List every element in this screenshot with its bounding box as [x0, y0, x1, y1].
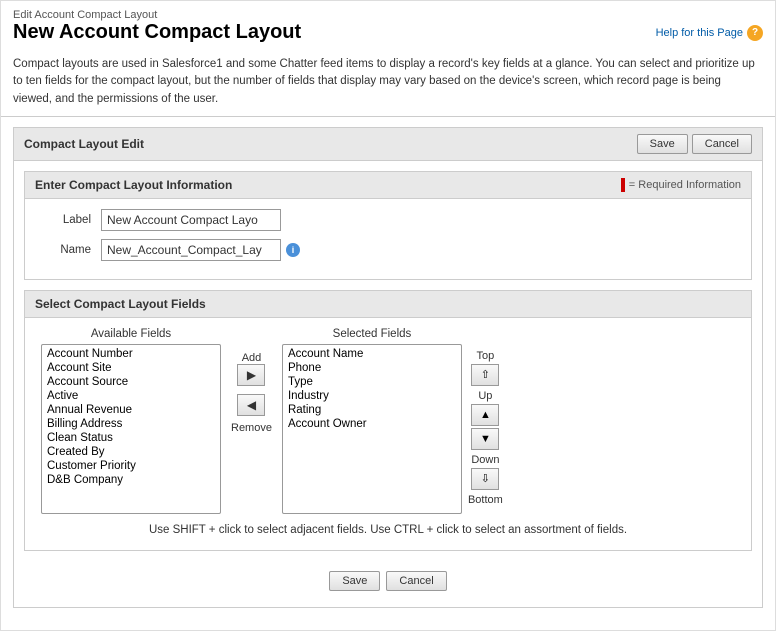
- available-field-option[interactable]: D&B Company: [42, 473, 220, 487]
- remove-label: Remove: [231, 422, 272, 434]
- available-field-option[interactable]: Account Number: [42, 347, 220, 361]
- required-label: = Required Information: [629, 179, 741, 191]
- down-label: Down: [471, 454, 499, 466]
- select-fields-panel: Select Compact Layout Fields Available F…: [24, 290, 752, 551]
- enter-info-header: Enter Compact Layout Information = Requi…: [25, 172, 751, 199]
- name-field-label: Name: [41, 244, 101, 256]
- available-field-option[interactable]: Annual Revenue: [42, 403, 220, 417]
- add-button[interactable]: ▶: [237, 364, 265, 386]
- form-section: Label Name i: [25, 199, 751, 279]
- available-field-option[interactable]: Clean Status: [42, 431, 220, 445]
- name-info-icon[interactable]: i: [286, 243, 300, 257]
- selected-field-option[interactable]: Type: [283, 375, 461, 389]
- breadcrumb: Edit Account Compact Layout: [13, 9, 157, 21]
- fields-section: Available Fields Account Number Account …: [25, 318, 751, 550]
- top-button[interactable]: ⇧: [471, 364, 499, 386]
- label-input[interactable]: [101, 209, 281, 231]
- select-fields-title: Select Compact Layout Fields: [35, 297, 206, 311]
- required-bar: [621, 178, 625, 192]
- selected-fields-label: Selected Fields: [333, 328, 412, 340]
- name-input[interactable]: [101, 239, 281, 261]
- available-field-option[interactable]: Account Source: [42, 375, 220, 389]
- selected-field-option[interactable]: Rating: [283, 403, 461, 417]
- order-buttons-column: Top ⇧ Up ▲ ▼ Down ⇩ Bottom: [462, 348, 503, 508]
- cancel-button-top[interactable]: Cancel: [692, 134, 752, 154]
- compact-layout-edit-header: Compact Layout Edit Save Cancel: [14, 128, 762, 161]
- enter-info-panel: Enter Compact Layout Information = Requi…: [24, 171, 752, 280]
- selected-field-option[interactable]: Industry: [283, 389, 461, 403]
- available-field-option[interactable]: Billing Address: [42, 417, 220, 431]
- add-remove-column: Add ▶ ◀ Remove: [221, 348, 282, 434]
- up-label: Up: [478, 390, 492, 402]
- selected-fields-list[interactable]: Account Name Phone Type Industry Rating …: [282, 344, 462, 514]
- required-info: = Required Information: [621, 178, 741, 192]
- bottom-buttons: Save Cancel: [14, 561, 762, 607]
- remove-button[interactable]: ◀: [237, 394, 265, 416]
- bottom-label: Bottom: [468, 494, 503, 506]
- compact-layout-edit-title: Compact Layout Edit: [24, 137, 144, 151]
- hint-text: Use SHIFT + click to select adjacent fie…: [41, 524, 735, 536]
- top-label: Top: [477, 350, 495, 362]
- available-fields-list[interactable]: Account Number Account Site Account Sour…: [41, 344, 221, 514]
- selected-field-option[interactable]: Account Owner: [283, 417, 461, 431]
- available-field-option[interactable]: Customer Priority: [42, 459, 220, 473]
- fields-layout: Available Fields Account Number Account …: [41, 328, 735, 514]
- available-fields-column: Available Fields Account Number Account …: [41, 328, 221, 514]
- label-field-label: Label: [41, 214, 101, 226]
- available-field-option[interactable]: Account Site: [42, 361, 220, 375]
- help-icon: ?: [747, 25, 763, 41]
- help-link[interactable]: Help for this Page ?: [656, 25, 763, 41]
- name-row: Name i: [41, 239, 735, 261]
- compact-layout-edit-panel: Compact Layout Edit Save Cancel Enter Co…: [13, 127, 763, 608]
- available-fields-label: Available Fields: [91, 328, 171, 340]
- select-fields-header: Select Compact Layout Fields: [25, 291, 751, 318]
- help-link-text: Help for this Page: [656, 27, 743, 39]
- save-button-top[interactable]: Save: [637, 134, 688, 154]
- selected-field-option[interactable]: Phone: [283, 361, 461, 375]
- bottom-button[interactable]: ⇩: [471, 468, 499, 490]
- down-button[interactable]: ▼: [471, 428, 499, 450]
- available-field-option[interactable]: Active: [42, 389, 220, 403]
- up-button[interactable]: ▲: [471, 404, 499, 426]
- description-text: Compact layouts are used in Salesforce1 …: [13, 58, 755, 105]
- available-field-option[interactable]: Created By: [42, 445, 220, 459]
- label-row: Label: [41, 209, 735, 231]
- add-label: Add: [242, 352, 262, 364]
- selected-field-option[interactable]: Account Name: [283, 347, 461, 361]
- page-title: New Account Compact Layout: [13, 21, 301, 44]
- enter-info-title: Enter Compact Layout Information: [35, 178, 232, 192]
- toolbar-buttons: Save Cancel: [637, 134, 752, 154]
- selected-fields-column: Selected Fields Account Name Phone Type …: [282, 328, 462, 514]
